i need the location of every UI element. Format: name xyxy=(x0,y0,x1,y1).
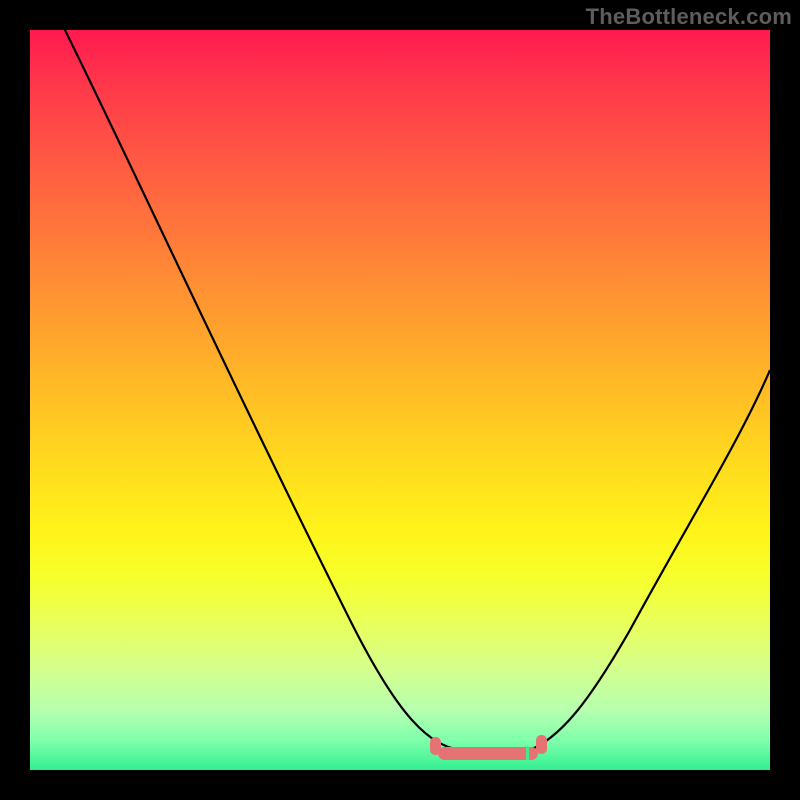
watermark-text: TheBottleneck.com xyxy=(586,4,792,30)
marker-icon xyxy=(428,735,558,765)
chart-container: TheBottleneck.com xyxy=(0,0,800,800)
bottleneck-curve xyxy=(30,30,770,770)
plot-area xyxy=(30,30,770,770)
optimal-range-marker xyxy=(428,735,558,765)
